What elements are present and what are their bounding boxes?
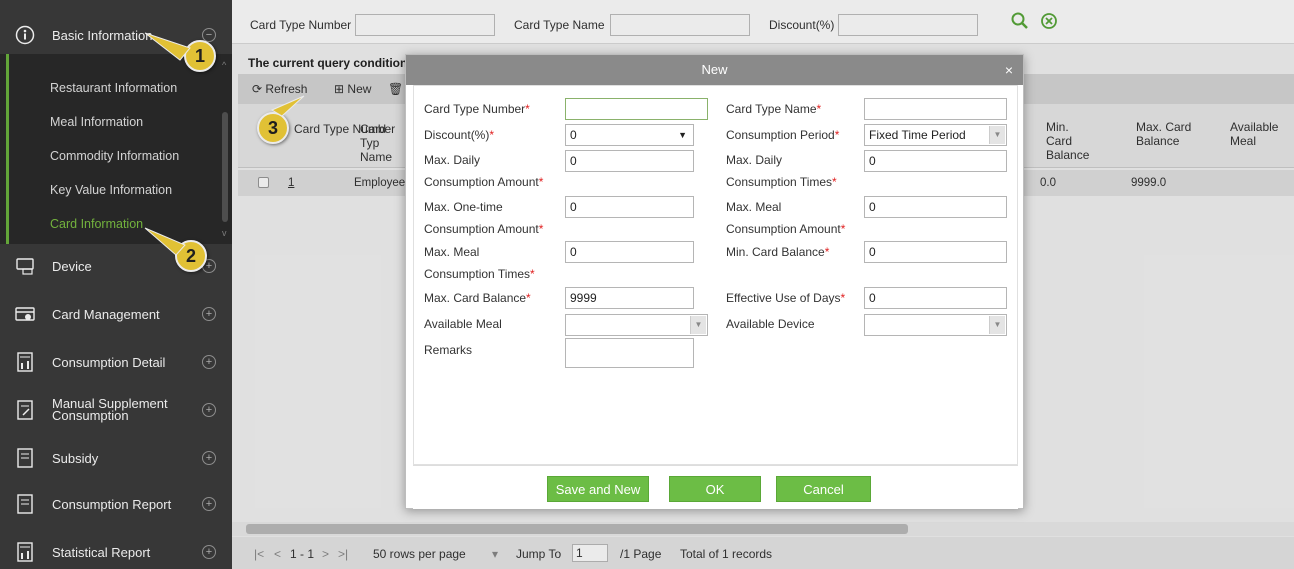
effective-use-of-days-label: Effective Use of Days* <box>726 291 846 305</box>
discount-select[interactable]: 0 ▼ <box>565 124 694 146</box>
ok-button[interactable]: OK <box>669 476 761 502</box>
remarks-label: Remarks <box>424 343 473 357</box>
consumption-period-select[interactable]: Fixed Time Period ▼ <box>864 124 1007 146</box>
max-daily-consumption-times-field[interactable]: 0 <box>864 150 1007 172</box>
close-icon[interactable]: × <box>1005 55 1013 85</box>
max-card-balance-label: Max. Card Balance* <box>424 291 531 305</box>
max-daily-consumption-amount-field[interactable]: 0 <box>565 150 694 172</box>
max-one-time-consumption-amount-field[interactable]: 0 <box>565 196 694 218</box>
effective-use-of-days-field[interactable]: 0 <box>864 287 1007 309</box>
dialog-body: Card Type Number* Card Type Name* Discou… <box>413 85 1018 465</box>
max-daily-consumption-times-label: Max. Daily Consumption Times* <box>726 153 837 189</box>
remarks-field[interactable] <box>565 338 694 368</box>
chevron-down-icon[interactable]: ▼ <box>989 126 1005 144</box>
dialog-header: New × <box>406 55 1023 85</box>
new-card-type-dialog: New × Card Type Number* Card Type Name* … <box>405 54 1024 509</box>
discount-value: 0 <box>570 128 577 142</box>
min-card-balance-label: Min. Card Balance* <box>726 245 830 259</box>
max-daily-consumption-amount-label: Max. Daily Consumption Amount* <box>424 153 544 189</box>
chevron-down-icon[interactable]: ▼ <box>989 316 1005 334</box>
available-device-select[interactable]: ▼ <box>864 314 1007 336</box>
available-meal-label: Available Meal <box>424 317 502 331</box>
max-meal-consumption-times-field[interactable]: 0 <box>565 241 694 263</box>
dialog-title: New <box>701 62 728 77</box>
card-type-name-field[interactable] <box>864 98 1007 120</box>
consumption-period-value: Fixed Time Period <box>869 128 966 142</box>
max-card-balance-field[interactable]: 9999 <box>565 287 694 309</box>
chevron-down-icon[interactable]: ▼ <box>690 316 706 334</box>
card-type-number-field[interactable] <box>565 98 708 120</box>
min-card-balance-field[interactable]: 0 <box>864 241 1007 263</box>
chevron-down-icon[interactable]: ▼ <box>678 125 687 145</box>
available-device-label: Available Device <box>726 317 815 331</box>
discount-label: Discount(%)* <box>424 128 495 142</box>
max-meal-consumption-amount-label: Max. Meal Consumption Amount* <box>726 200 846 236</box>
cancel-button[interactable]: Cancel <box>776 476 871 502</box>
max-meal-consumption-times-label: Max. Meal Consumption Times* <box>424 245 535 281</box>
available-meal-select[interactable]: ▼ <box>565 314 708 336</box>
max-one-time-consumption-amount-label: Max. One-time Consumption Amount* <box>424 200 544 236</box>
card-type-number-label: Card Type Number* <box>424 102 530 116</box>
save-and-new-button[interactable]: Save and New <box>547 476 649 502</box>
card-type-name-label: Card Type Name* <box>726 102 822 116</box>
consumption-period-label: Consumption Period* <box>726 128 840 142</box>
dialog-footer: Save and New OK Cancel <box>413 465 1018 509</box>
max-meal-consumption-amount-field[interactable]: 0 <box>864 196 1007 218</box>
